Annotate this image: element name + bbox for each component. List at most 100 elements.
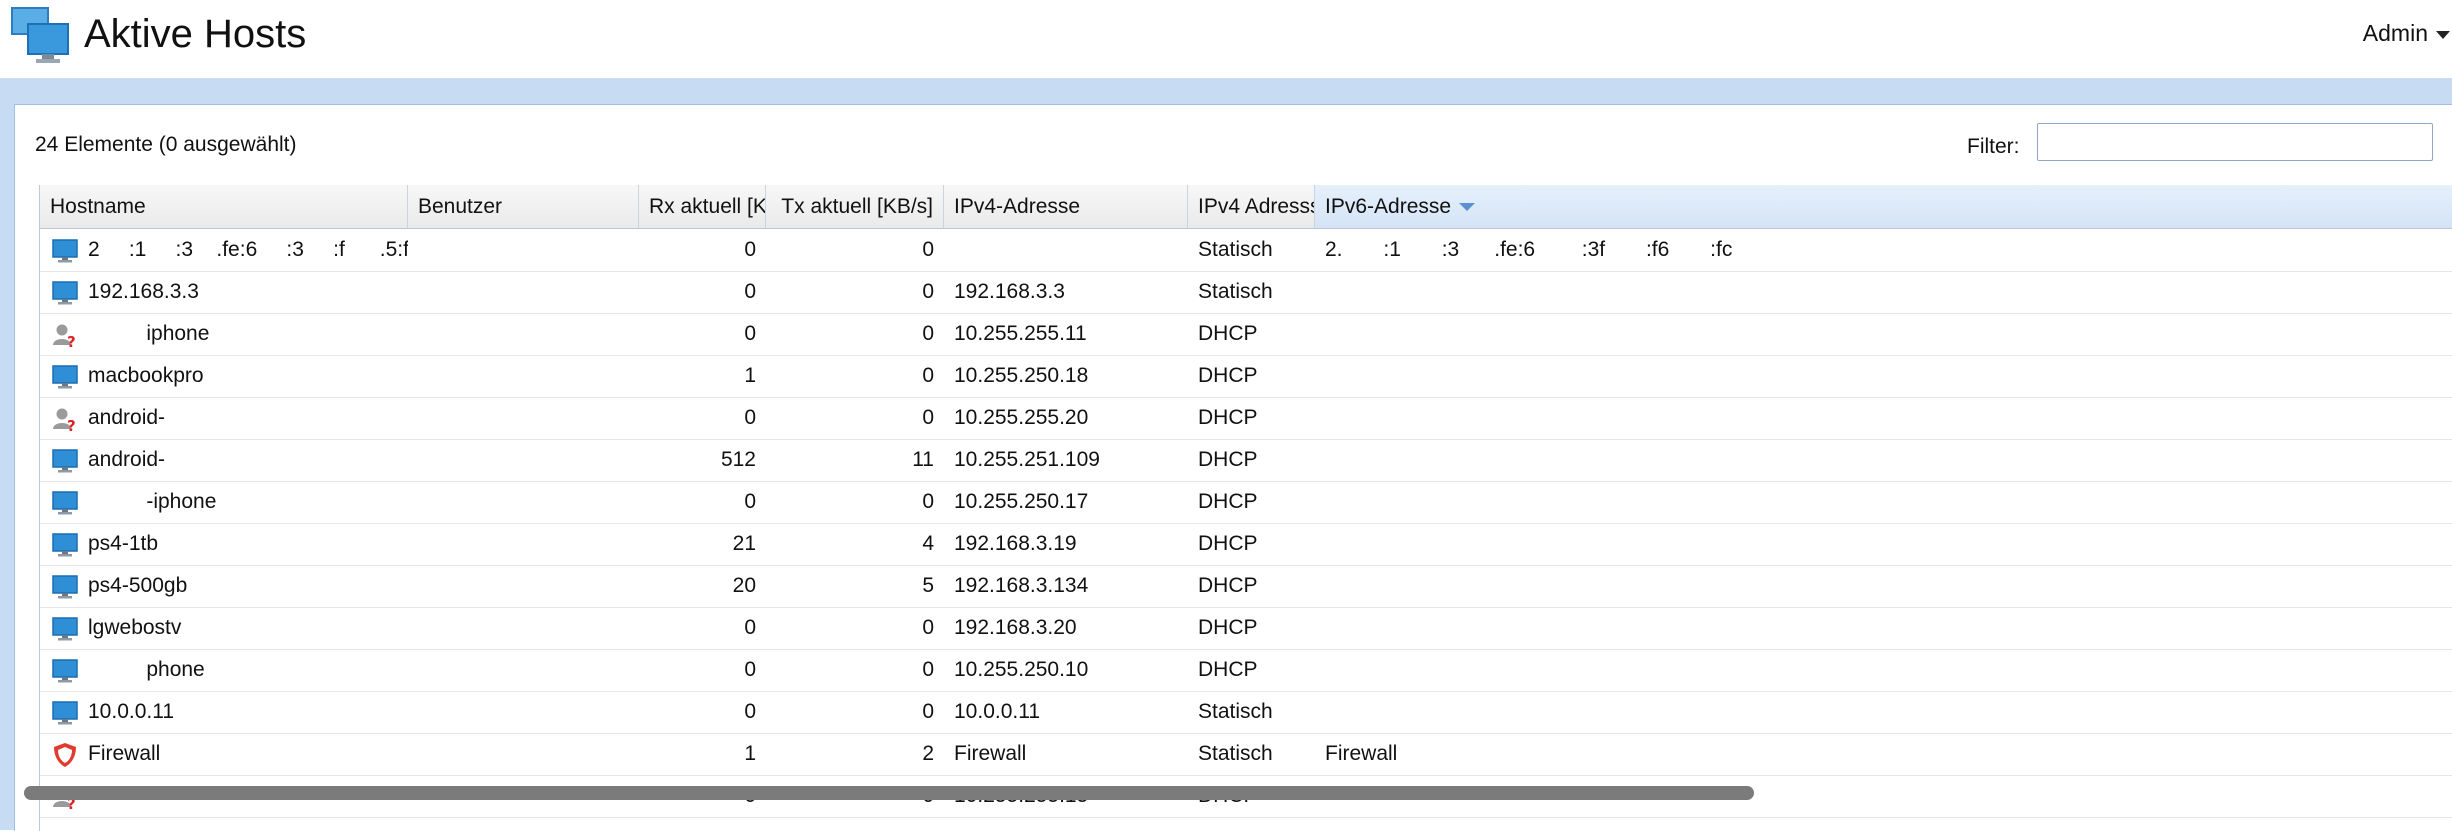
table-row[interactable]: ? iphone 0 0 10.255.255.11 DHCP: [40, 313, 2452, 356]
cell-ipv6: [1315, 439, 2452, 481]
table-row[interactable]: Firewall 1 2 Firewall Statisch Firewall: [40, 733, 2452, 776]
table-row[interactable]: phone 0 0 10.255.250.10 DHCP: [40, 649, 2452, 692]
svg-text:?: ?: [67, 417, 76, 432]
table-row[interactable]: ps4-500gb 20 5 192.168.3.134 DHCP: [40, 565, 2452, 608]
cell-tx: 0: [922, 658, 934, 681]
top-bar: Aktive Hosts Admin: [0, 0, 2452, 78]
hostname-text: iphone: [88, 322, 210, 345]
cell-ipv4: 10.255.251.109: [954, 448, 1100, 471]
column-header-ipv6[interactable]: IPv6-Adresse: [1315, 185, 2452, 229]
column-header-rx[interactable]: Rx aktuell [K...: [639, 185, 766, 229]
table-row[interactable]: lgwebostv 0 0 192.168.3.20 DHCP: [40, 607, 2452, 650]
hosts-table: Hostname Benutzer Rx aktuell [K... Tx ak…: [39, 185, 2452, 831]
cell-status: DHCP: [1198, 658, 1258, 681]
cell-tx: 0: [922, 322, 934, 345]
cell-status: DHCP: [1198, 490, 1258, 513]
computer-icon: [52, 237, 78, 263]
hostname-text: ps4-1tb: [88, 532, 159, 555]
cell-tx: 0: [922, 406, 934, 429]
cell-ipv4: 192.168.3.19: [954, 532, 1077, 555]
unknown-user-icon: ?: [52, 405, 78, 435]
column-header-label: Benutzer: [418, 195, 503, 218]
cell-ipv4: 10.255.255.20: [954, 406, 1089, 429]
table-row[interactable]: ps4-1tb 21 4 192.168.3.19 DHCP: [40, 523, 2452, 566]
cell-hostname: ? android-: [40, 397, 408, 439]
cell-rx: 512: [720, 448, 756, 471]
hostname-text: ps4-500gb: [88, 574, 188, 597]
cell-ipv4: 10.0.0.11: [954, 700, 1041, 723]
cell-ipv6: [1315, 313, 2452, 355]
column-header-label: IPv6-Adresse: [1325, 195, 1452, 218]
cell-tx: 4: [922, 532, 934, 555]
table-row[interactable]: android- 512 11 10.255.251.109 DHCP: [40, 439, 2452, 482]
cell-status: Statisch: [1198, 280, 1273, 303]
hosts-panel: 24 Elemente (0 ausgewählt) Filter: Hostn…: [14, 104, 2452, 831]
hostname-text: -iphone: [88, 490, 217, 513]
cell-ipv6: Firewall: [1325, 742, 1398, 765]
cell-hostname: 2 :1 :3 .fe:6 :3 :f .5:fc: [40, 229, 408, 271]
cell-hostname: android-: [40, 439, 408, 481]
cell-user: [408, 397, 639, 439]
table-row[interactable]: 2 :1 :3 .fe:6 :3 :f .5:fc 0 0 Statisch 2. :1…: [40, 229, 2452, 272]
table-row[interactable]: 10.0.0.11 0 0 10.0.0.11 Statisch: [40, 691, 2452, 734]
cell-status: Statisch: [1198, 238, 1273, 261]
cell-status: Statisch: [1198, 700, 1273, 723]
column-header-ipv4[interactable]: IPv4-Adresse: [944, 185, 1188, 229]
cell-hostname: Firewall: [40, 733, 408, 775]
firewall-shield-icon: [52, 741, 78, 767]
cell-hostname: lgwebostv: [40, 607, 408, 649]
column-header-user[interactable]: Benutzer: [408, 185, 639, 229]
table-row[interactable]: 192.168.3.3 0 0 192.168.3.3 Statisch: [40, 271, 2452, 314]
cell-tx: 0: [922, 490, 934, 513]
cell-hostname: ? iphone: [40, 313, 408, 355]
column-header-hostname[interactable]: Hostname: [40, 185, 408, 229]
cell-hostname: ps4-500gb: [40, 565, 408, 607]
user-menu[interactable]: Admin: [2363, 18, 2452, 48]
computer-icon: [52, 447, 78, 473]
cell-user: [408, 313, 639, 355]
cell-tx: 11: [912, 448, 934, 471]
cell-rx: 0: [744, 616, 756, 639]
cell-ipv4: 192.168.3.20: [954, 616, 1077, 639]
filter-label: Filter:: [1967, 135, 2020, 158]
cell-ipv6: [1315, 523, 2452, 565]
svg-text:?: ?: [67, 333, 76, 348]
hostname-text: android-: [88, 406, 166, 429]
cell-user: [408, 691, 639, 733]
cell-user: [408, 439, 639, 481]
cell-ipv6: 2. :1 :3 .fe:6 :3f :f6 :fc: [1325, 238, 1733, 261]
cell-status: DHCP: [1198, 616, 1258, 639]
cell-ipv4: 10.255.250.17: [954, 490, 1089, 513]
cell-status: DHCP: [1198, 406, 1258, 429]
cell-user: [408, 565, 639, 607]
hostname-text: lgwebostv: [88, 616, 182, 639]
hostname-text: 10.0.0.11: [88, 700, 175, 723]
computer-icon: [52, 489, 78, 515]
table-row[interactable]: macbookpro 1 0 10.255.250.18 DHCP: [40, 355, 2452, 398]
cell-user: [408, 229, 639, 271]
table-row[interactable]: ? android- 0 0 10.255.255.20 DHCP: [40, 397, 2452, 440]
computer-icon: [52, 615, 78, 641]
column-header-tx[interactable]: Tx aktuell [KB/s]: [766, 185, 944, 229]
cell-ipv4: 192.168.3.134: [954, 574, 1089, 597]
selection-count: 24 Elemente (0 ausgewählt): [35, 133, 297, 156]
hostname-text: phone: [88, 658, 205, 681]
cell-status: Statisch: [1198, 742, 1273, 765]
column-header-ipv4-status[interactable]: IPv4 Adressstatus: [1188, 185, 1315, 229]
cell-hostname: 192.168.3.3: [40, 271, 408, 313]
filter-input[interactable]: [2037, 123, 2433, 161]
cell-ipv4: Firewall: [954, 742, 1027, 765]
table-row[interactable]: -iphone 0 0 10.255.250.17 DHCP: [40, 481, 2452, 524]
page-title: Aktive Hosts: [84, 12, 307, 56]
cell-status: DHCP: [1198, 364, 1258, 387]
cell-rx: 0: [744, 490, 756, 513]
cell-ipv6: [1315, 271, 2452, 313]
cell-ipv4: 10.255.250.18: [954, 364, 1089, 387]
hostname-text: 2 :1 :3 .fe:6 :3 :f .5:fc: [88, 238, 408, 261]
horizontal-scrollbar[interactable]: [24, 786, 1754, 800]
cell-tx: 5: [922, 574, 934, 597]
cell-hostname: ps4-1tb: [40, 523, 408, 565]
hostname-text: Firewall: [88, 742, 161, 765]
cell-rx: 21: [732, 532, 756, 555]
cell-tx: 2: [922, 742, 934, 765]
